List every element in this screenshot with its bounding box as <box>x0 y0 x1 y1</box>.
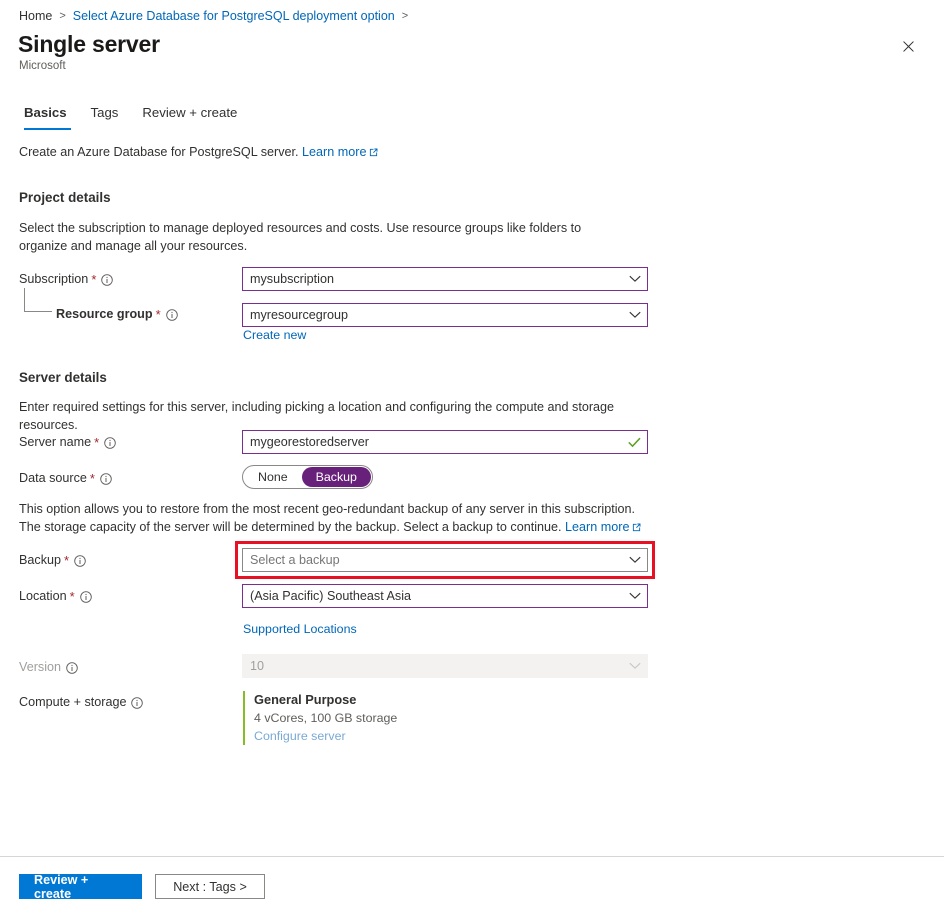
info-icon[interactable] <box>165 308 178 321</box>
data-source-toggle[interactable]: None Backup <box>242 465 373 489</box>
tab-review-create-label: Review + create <box>142 105 238 120</box>
backup-required-marker: * <box>64 553 70 568</box>
version-dropdown: 10 <box>242 654 648 678</box>
external-link-icon <box>369 145 378 162</box>
info-icon[interactable] <box>100 472 112 485</box>
data-source-learn-more-link[interactable]: Learn more <box>565 520 629 534</box>
subscription-required-marker: * <box>91 272 97 287</box>
server-name-value: mygeorestoredserver <box>250 435 369 449</box>
backup-dropdown[interactable]: Select a backup <box>242 548 648 572</box>
breadcrumb-home-link[interactable]: Home <box>19 8 52 24</box>
breadcrumb: Home > Select Azure Database for Postgre… <box>19 8 408 24</box>
location-value: (Asia Pacific) Southeast Asia <box>250 589 411 603</box>
version-label: Version <box>19 660 62 674</box>
chevron-down-icon <box>629 311 641 319</box>
page-publisher: Microsoft <box>19 60 66 72</box>
data-source-note: This option allows you to restore from t… <box>19 501 659 537</box>
intro-learn-more-link[interactable]: Learn more <box>302 145 366 159</box>
next-tags-button[interactable]: Next : Tags > <box>155 874 265 899</box>
data-source-required-marker: * <box>89 471 95 486</box>
resource-group-required-marker: * <box>155 307 161 322</box>
footer-divider <box>0 856 944 857</box>
backup-label: Backup <box>19 553 62 567</box>
breadcrumb-separator-1: > <box>59 10 66 22</box>
version-label-group: Version <box>19 659 78 676</box>
close-icon[interactable] <box>895 33 921 59</box>
create-new-resource-group-link[interactable]: Create new <box>243 327 306 343</box>
breadcrumb-parent-link[interactable]: Select Azure Database for PostgreSQL dep… <box>73 8 395 24</box>
chevron-down-icon <box>629 275 641 283</box>
intro-text: Create an Azure Database for PostgreSQL … <box>19 145 299 159</box>
configure-server-link[interactable]: Configure server <box>254 727 397 745</box>
compute-storage-details: 4 vCores, 100 GB storage <box>254 711 398 725</box>
backup-label-group: Backup * <box>19 552 86 569</box>
server-name-label-group: Server name * <box>19 434 116 451</box>
tab-basics-label: Basics <box>24 105 67 120</box>
breadcrumb-separator-2: > <box>401 10 409 22</box>
data-source-option-none[interactable]: None <box>244 467 302 487</box>
info-icon[interactable] <box>131 696 144 709</box>
page-title: Single server <box>18 31 160 57</box>
green-check-icon <box>628 437 641 448</box>
chevron-down-icon <box>629 556 641 564</box>
tab-tags[interactable]: Tags <box>79 104 131 130</box>
subscription-label-group: Subscription * <box>19 271 114 288</box>
review-create-button[interactable]: Review + create <box>19 873 142 901</box>
external-link-icon <box>632 520 641 538</box>
version-value: 10 <box>250 659 265 673</box>
server-name-input[interactable]: mygeorestoredserver <box>242 430 648 454</box>
location-required-marker: * <box>69 589 75 604</box>
data-source-note-text: This option allows you to restore from t… <box>19 502 636 534</box>
chevron-down-icon <box>629 662 641 670</box>
tab-basics[interactable]: Basics <box>20 104 79 130</box>
location-dropdown[interactable]: (Asia Pacific) Southeast Asia <box>242 584 648 608</box>
info-icon[interactable] <box>79 590 92 603</box>
resource-group-tree-connector <box>24 288 52 312</box>
info-icon[interactable] <box>101 273 114 286</box>
compute-storage-label-group: Compute + storage <box>19 694 144 711</box>
chevron-down-icon <box>629 592 641 600</box>
subscription-dropdown[interactable]: mysubscription <box>242 267 648 291</box>
resource-group-label-group: Resource group * <box>56 306 178 323</box>
info-icon[interactable] <box>104 436 116 449</box>
data-source-label: Data source <box>19 471 87 485</box>
project-details-heading: Project details <box>19 190 111 205</box>
subscription-value: mysubscription <box>250 272 334 286</box>
backup-placeholder: Select a backup <box>250 553 340 567</box>
resource-group-label: Resource group <box>56 307 153 321</box>
server-details-description: Enter required settings for this server,… <box>19 400 615 432</box>
location-label: Location <box>19 589 67 603</box>
tab-tags-label: Tags <box>90 105 119 120</box>
server-name-label: Server name <box>19 435 92 449</box>
compute-storage-summary-card: General Purpose 4 vCores, 100 GB storage… <box>243 691 397 745</box>
data-source-label-group: Data source * <box>19 470 112 487</box>
wizard-tabs: Basics Tags Review + create <box>20 104 249 130</box>
blade-intro-text: Create an Azure Database for PostgreSQL … <box>19 144 378 162</box>
info-icon[interactable] <box>74 554 86 567</box>
subscription-label: Subscription <box>19 272 89 286</box>
server-name-required-marker: * <box>94 435 100 450</box>
resource-group-dropdown[interactable]: myresourcegroup <box>242 303 648 327</box>
resource-group-value: myresourcegroup <box>250 308 348 322</box>
tab-review-create[interactable]: Review + create <box>130 104 249 130</box>
supported-locations-link[interactable]: Supported Locations <box>243 621 357 637</box>
project-details-description: Select the subscription to manage deploy… <box>19 221 582 253</box>
data-source-option-backup[interactable]: Backup <box>301 467 371 487</box>
server-details-heading: Server details <box>19 370 107 385</box>
compute-storage-label: Compute + storage <box>19 695 127 709</box>
info-icon[interactable] <box>66 661 78 674</box>
create-single-server-blade: Home > Select Azure Database for Postgre… <box>0 0 944 913</box>
location-label-group: Location * <box>19 588 92 605</box>
compute-storage-tier: General Purpose <box>254 692 357 707</box>
